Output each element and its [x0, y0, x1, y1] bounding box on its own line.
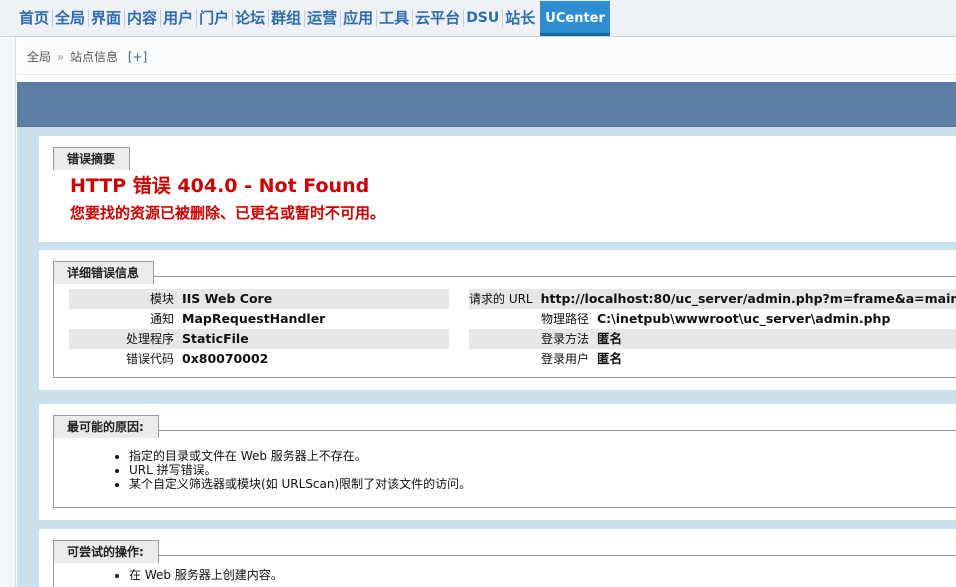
detail-row: 登录方法 匿名: [469, 329, 956, 349]
actions-list: 在 Web 服务器上创建内容。: [129, 568, 283, 582]
detail-row: 通知 MapRequestHandler: [149, 311, 326, 326]
details-table-left: 模块 IIS Web Core 通知 MapRequestHandler 处理程序 S…: [69, 289, 449, 369]
error-title: HTTP 错误 404.0 - Not Found: [70, 175, 370, 197]
nav-item-interface[interactable]: 界面: [88, 0, 126, 37]
error-summary-section: 错误摘要 HTTP 错误 404.0 - Not Found 您要找的资源已被删…: [39, 136, 956, 242]
page-header-bar: [17, 82, 956, 127]
top-navigation: 首页 全局 界面 内容 用户 门户 论坛 群组 运营 应用 工具 云平台 DSU…: [0, 0, 956, 37]
error-details-section: 详细错误信息 模块 IIS Web Core 通知 MapRequestHandle…: [39, 250, 956, 390]
nav-items: 首页 全局 界面 内容 用户 门户 论坛 群组 运营 应用 工具 云平台 DSU…: [16, 0, 610, 37]
list-item: 在 Web 服务器上创建内容。: [129, 568, 283, 582]
nav-item-ucenter[interactable]: UCenter: [540, 1, 610, 36]
error-summary-legend: 错误摘要: [53, 147, 131, 170]
list-item: 指定的目录或文件在 Web 服务器上不存在。: [129, 449, 471, 463]
nav-item-global[interactable]: 全局: [52, 0, 90, 37]
nav-item-portal[interactable]: 门户: [196, 0, 234, 37]
left-strip: [0, 37, 16, 587]
nav-item-forum[interactable]: 论坛: [232, 0, 270, 37]
likely-causes-legend: 最可能的原因:: [53, 415, 159, 438]
error-message: 您要找的资源已被删除、已更名或暂时不可用。: [70, 204, 386, 222]
detail-row: 错误代码 0x80070002: [125, 351, 269, 366]
nav-item-webmaster[interactable]: 站长: [502, 0, 538, 37]
detail-row: 处理程序 StaticFile: [69, 329, 449, 349]
causes-list: 指定的目录或文件在 Web 服务器上不存在。 URL 拼写错误。 某个自定义筛选…: [129, 449, 471, 491]
detail-row: 请求的 URL http://localhost:80/uc_server/adm…: [469, 289, 956, 309]
detail-row: 物理路径 C:\inetpub\wwwroot\uc_server\admin.p…: [540, 311, 891, 326]
nav-item-content[interactable]: 内容: [124, 0, 162, 37]
breadcrumb-root[interactable]: 全局: [27, 50, 51, 64]
nav-item-apps[interactable]: 应用: [340, 0, 378, 37]
nav-item-home[interactable]: 首页: [16, 0, 54, 37]
list-item: 某个自定义筛选器或模块(如 URLScan)限制了对该文件的访问。: [129, 477, 471, 491]
nav-item-groups[interactable]: 群组: [268, 0, 306, 37]
breadcrumb-current: 站点信息: [70, 50, 119, 64]
details-table-right: 请求的 URL http://localhost:80/uc_server/adm…: [469, 289, 956, 369]
error-details-legend: 详细错误信息: [53, 261, 155, 284]
nav-item-tools[interactable]: 工具: [376, 0, 414, 37]
add-shortcut-button[interactable]: [+]: [128, 50, 147, 64]
actions-section: 可尝试的操作: 在 Web 服务器上创建内容。: [39, 529, 956, 587]
breadcrumb-bar: 全局 » 站点信息 [+]: [17, 37, 956, 75]
breadcrumb: 全局 » 站点信息 [+]: [27, 48, 147, 65]
detail-row: 登录用户 匿名: [540, 351, 623, 366]
breadcrumb-separator: »: [56, 50, 65, 64]
nav-item-operations[interactable]: 运营: [304, 0, 342, 37]
nav-item-cloud[interactable]: 云平台: [412, 0, 465, 37]
main-frame: 错误摘要 HTTP 错误 404.0 - Not Found 您要找的资源已被删…: [17, 82, 956, 587]
list-item: URL 拼写错误。: [129, 463, 471, 477]
likely-causes-section: 最可能的原因: 指定的目录或文件在 Web 服务器上不存在。 URL 拼写错误。…: [39, 404, 956, 520]
detail-row: 模块 IIS Web Core: [69, 289, 449, 309]
actions-legend: 可尝试的操作:: [53, 540, 159, 563]
nav-item-users[interactable]: 用户: [160, 0, 198, 37]
nav-item-dsu[interactable]: DSU: [463, 0, 504, 37]
